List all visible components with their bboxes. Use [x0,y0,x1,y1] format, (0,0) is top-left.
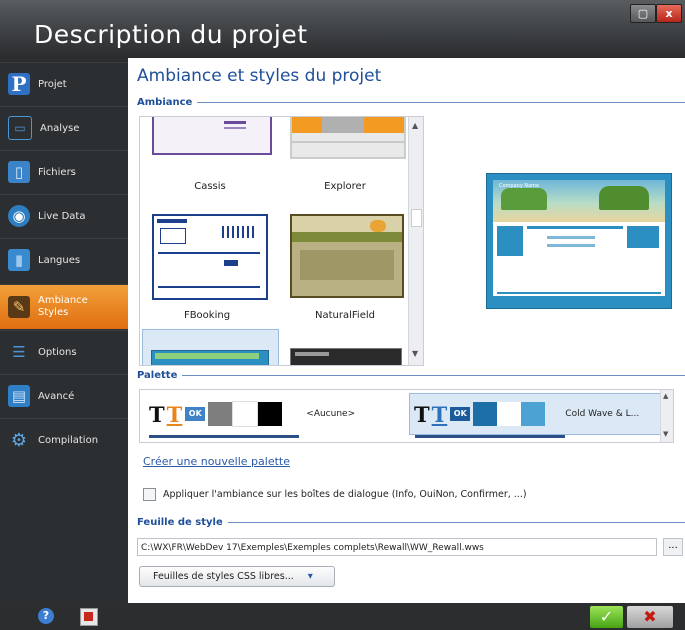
title-bar: Description du projet ▢ x [0,0,685,58]
css-button-label: Feuilles de styles CSS libres... [153,571,294,582]
palette-item-aucune[interactable]: T T OK <Aucune> [149,394,355,434]
checkbox-box[interactable] [143,488,156,501]
style-section-header: Feuille de style [137,517,685,528]
palette-t-icon: T [149,401,165,427]
ok-button[interactable]: ✓ [590,606,623,628]
sidebar-item-label: Live Data [38,210,86,222]
style-path-field[interactable]: C:\WX\FR\WebDev 17\Exemples\Exemples com… [137,538,657,556]
page-title: Ambiance et styles du projet [137,66,382,86]
sidebar-item-label: Options [38,346,77,358]
analyse-icon: ▭ [8,116,32,140]
main-panel: Ambiance et styles du projet Ambiance Ca… [128,58,685,603]
sidebar-item-label: Analyse [40,122,80,134]
tools-icon[interactable] [80,608,98,626]
compilation-icon: ⚙ [10,429,28,451]
sidebar-item-fichiers[interactable]: ▯ Fichiers [0,150,128,193]
ambiance-section-header: Ambiance [137,97,685,108]
ambiance-scrollbar[interactable]: ▲ ▼ [408,117,423,365]
theme-thumb-fbooking[interactable] [152,214,268,300]
theme-thumb-dark[interactable] [290,348,402,365]
palette-name: <Aucune> [306,409,356,419]
theme-thumb-naturalfield[interactable] [290,214,404,298]
window-title: Description du projet [34,20,308,49]
checkbox-label: Appliquer l'ambiance sur les boîtes de d… [163,489,527,500]
bottom-bar: ? [0,603,685,630]
palette-section-label: Palette [137,370,178,381]
sidebar-item-avance[interactable]: ▤ Avancé [0,374,128,417]
scroll-thumb[interactable] [411,209,422,227]
live-data-icon: ◉ [8,205,30,227]
avance-icon: ▤ [8,385,30,407]
sidebar-item-projet[interactable]: P Projet [0,62,128,105]
theme-name: Cassis [194,181,226,192]
palette-scrollbar[interactable]: ▲ ▼ [660,390,673,442]
fichiers-icon: ▯ [8,161,30,183]
sidebar-item-label: Ambiance Styles [38,295,88,318]
theme-name: Explorer [324,181,366,192]
palette-section-header: Palette [137,370,685,381]
css-stylesheets-button[interactable]: Feuilles de styles CSS libres... ▾ [139,566,335,587]
sidebar-item-label: Avancé [38,390,75,402]
close-button[interactable]: x [656,4,682,23]
cancel-button[interactable]: ✖ [627,606,673,628]
preview-company-name: Company Name [499,183,540,189]
palette-name: Cold Wave & L... [565,409,640,419]
palette-ok-swatch: OK [450,407,471,421]
apply-ambiance-checkbox[interactable]: Appliquer l'ambiance sur les boîtes de d… [143,488,527,501]
palette-t-icon: T [414,401,430,427]
palette-icon: ✎ [8,296,30,318]
sidebar-item-langues[interactable]: ▮ Langues [0,238,128,281]
help-icon[interactable]: ? [38,608,54,624]
scroll-up-icon[interactable]: ▲ [412,121,418,130]
palette-swatches: T T OK Cold Wave & L... [414,394,639,434]
palette-item-cold-wave[interactable]: T T OK Cold Wave & L... [409,393,668,435]
sidebar-item-compilation[interactable]: ⚙ Compilation [0,418,128,461]
scroll-down-icon[interactable]: ▼ [663,430,668,438]
projet-icon: P [8,72,30,96]
theme-thumb-explorer[interactable] [290,117,406,159]
palette-ok-swatch: OK [185,407,206,421]
scroll-up-icon[interactable]: ▲ [663,392,668,400]
theme-name: NaturalField [315,310,375,321]
sidebar-item-options[interactable]: ☰ Options [0,330,128,373]
palette-list[interactable]: T T OK <Aucune> T T OK Cold Wave & L... … [139,389,674,443]
sidebar-item-label: Fichiers [38,166,76,178]
sidebar-item-label: Projet [38,78,67,90]
sidebar-item-label: Langues [38,254,81,266]
maximize-button[interactable]: ▢ [630,4,656,23]
palette-t-underline-icon: T [431,401,448,427]
sidebar-item-ambiance-styles[interactable]: ✎ Ambiance Styles [0,284,138,329]
style-section-label: Feuille de style [137,517,223,528]
options-icon: ☰ [12,343,26,361]
palette-t-underline-icon: T [166,401,183,427]
chevron-down-icon: ▾ [307,571,313,582]
sidebar: P Projet ▭ Analyse ▯ Fichiers ◉ Live Dat… [0,58,138,603]
theme-name: FBooking [183,310,231,321]
ambiance-preview: Company Name [486,173,672,309]
ambiance-section-label: Ambiance [137,97,193,108]
scroll-down-icon[interactable]: ▼ [412,349,418,358]
browse-button[interactable]: ... [663,538,683,556]
theme-tile-selected[interactable] [142,329,279,365]
ambiance-list[interactable]: Cassis Explorer FBooking NaturalField ▲ … [139,116,424,366]
theme-thumb-cassis[interactable] [152,117,272,155]
sidebar-item-label: Compilation [38,434,99,446]
new-palette-link[interactable]: Créer une nouvelle palette [143,455,290,468]
langues-icon: ▮ [8,249,30,271]
sidebar-item-analyse[interactable]: ▭ Analyse [0,106,128,149]
sidebar-item-live-data[interactable]: ◉ Live Data [0,194,128,237]
